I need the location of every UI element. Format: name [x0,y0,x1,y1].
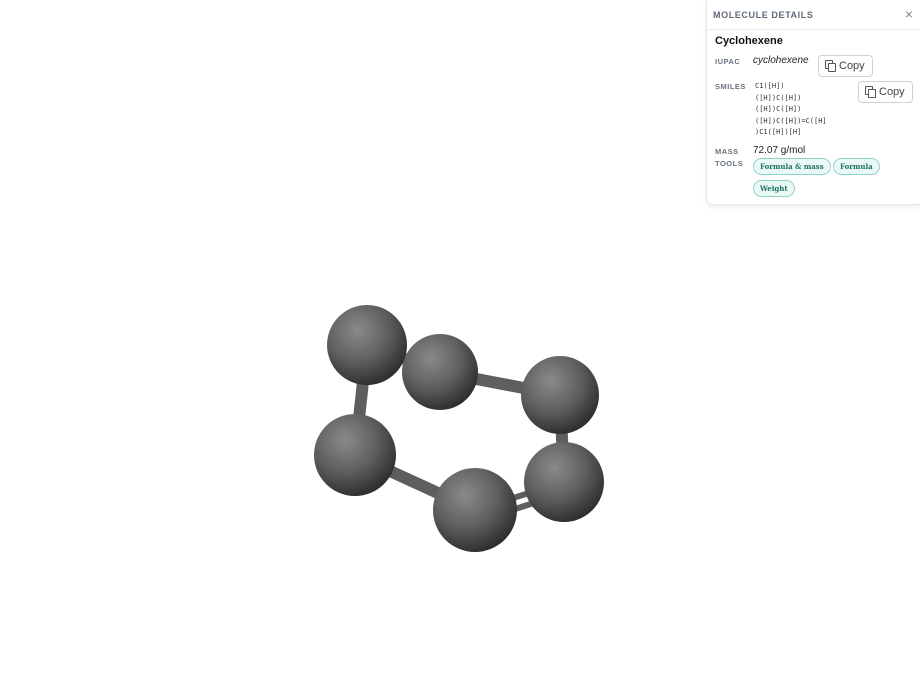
panel-title: MOLECULE DETAILS [713,10,814,20]
tools-label: TOOLS [715,159,744,168]
copy-smiles-label: Copy [879,86,905,98]
panel-header: MOLECULE DETAILS × [707,0,920,30]
atom-carbon-1 [327,305,407,385]
copy-iupac-button[interactable]: Copy [818,55,873,77]
smiles-line: C1([H]) [755,82,785,90]
molecule-name: Cyclohexene [715,35,783,47]
iupac-label: IUPAC [715,57,741,66]
copy-smiles-button[interactable]: Copy [858,81,913,103]
copy-icon [825,60,836,72]
smiles-line: ([H])C([H])=C([H] [755,116,827,125]
smiles-line: ([H])C([H]) [755,93,802,102]
iupac-value: cyclohexene [753,55,809,66]
copy-icon [865,86,876,98]
smiles-label: SMILES [715,82,746,91]
tool-weight-button[interactable]: Weight [753,180,795,197]
tool-formula-mass-button[interactable]: Formula & mass [753,158,831,175]
smiles-value: C1([H]) ([H])C([H]) ([H])C([H]) ([H])C([… [755,81,827,139]
tool-formula-button[interactable]: Formula [833,158,880,175]
atom-carbon-6 [402,334,478,410]
atom-carbon-2 [314,414,396,496]
smiles-line: ([H])C([H]) [755,105,802,113]
mass-value: 72.07 g/mol [753,145,806,156]
molecule-details-panel: MOLECULE DETAILS × Cyclohexene IUPAC cyc… [706,0,920,205]
copy-iupac-label: Copy [839,60,865,72]
atom-carbon-4 [524,442,604,522]
close-icon[interactable]: × [903,7,915,21]
mass-label: MASS [715,147,739,156]
smiles-line: )C1([H])[H] [755,128,802,136]
atom-carbon-5 [521,356,599,434]
atom-carbon-3 [433,468,517,552]
